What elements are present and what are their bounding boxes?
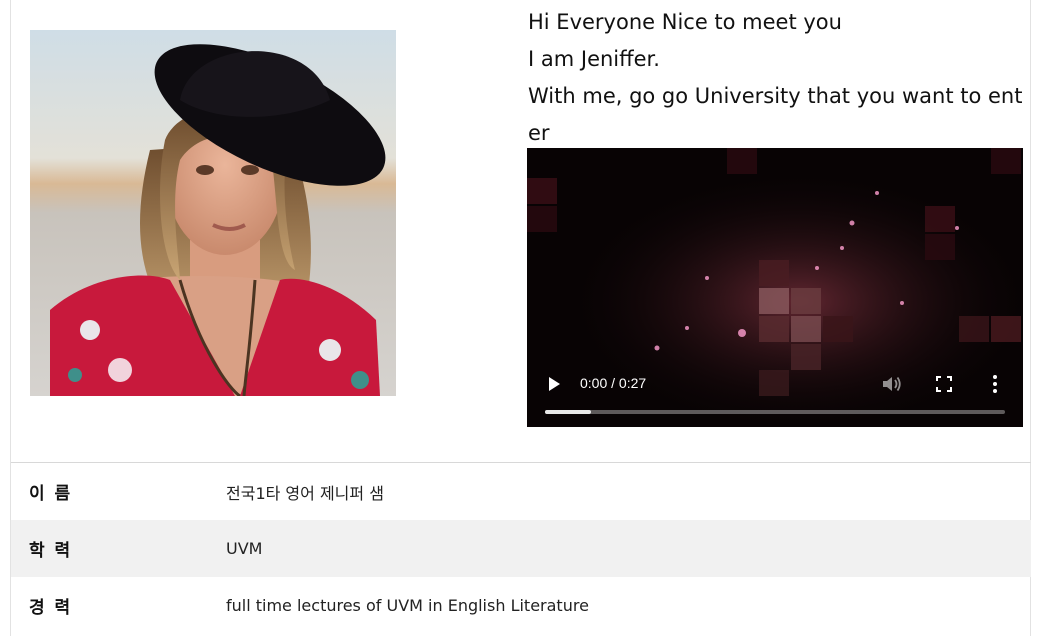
video-player[interactable]: 0:00 / 0:27 — [527, 148, 1023, 427]
row-value-name: 전국1타 영어 제니퍼 샘 — [226, 483, 384, 503]
fullscreen-icon[interactable] — [935, 375, 953, 393]
intro-line-2: I am Jeniffer. — [528, 47, 660, 71]
table-row: 경 력 full time lectures of UVM in English… — [11, 577, 1031, 634]
volume-icon[interactable] — [881, 374, 903, 394]
intro-line-1: Hi Everyone Nice to meet you — [528, 10, 842, 34]
more-options-icon[interactable] — [991, 374, 999, 394]
table-row: 이 름 전국1타 영어 제니퍼 샘 — [11, 463, 1031, 520]
intro-text: Hi Everyone Nice to meet you I am Jeniff… — [528, 4, 1024, 152]
video-controls: 0:00 / 0:27 — [527, 357, 1023, 427]
play-icon[interactable] — [545, 375, 563, 393]
table-row: 학 력 UVM — [11, 520, 1031, 577]
row-label-career: 경 력 — [29, 598, 73, 618]
intro-line-3: With me, go go University that you want … — [528, 84, 1023, 145]
video-progress-bar[interactable] — [545, 410, 1005, 414]
row-label-education: 학 력 — [29, 541, 73, 561]
video-time: 0:00 / 0:27 — [580, 375, 647, 391]
video-progress-fill — [545, 410, 591, 414]
row-label-name: 이 름 — [29, 484, 73, 504]
profile-photo — [30, 30, 396, 396]
row-value-education: UVM — [226, 539, 263, 558]
row-value-career: full time lectures of UVM in English Lit… — [226, 596, 589, 615]
info-table: 이 름 전국1타 영어 제니퍼 샘 학 력 UVM 경 력 full time … — [11, 462, 1031, 634]
